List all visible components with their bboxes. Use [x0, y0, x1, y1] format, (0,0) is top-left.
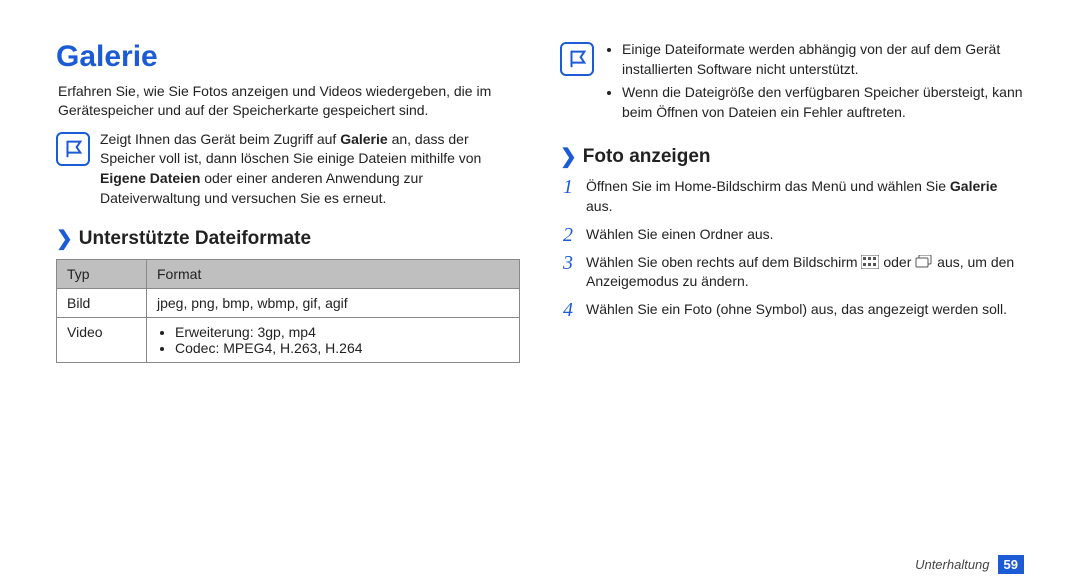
- grid-view-icon: [861, 255, 879, 269]
- note-icon: [560, 42, 594, 76]
- step-4: 4 Wählen Sie ein Foto (ohne Symbol) aus,…: [560, 300, 1024, 320]
- table-row: Bild jpeg, png, bmp, wbmp, gif, agif: [57, 289, 520, 318]
- note-2-text: Einige Dateiformate werden abhängig von …: [604, 40, 1024, 126]
- step-number: 2: [560, 225, 576, 245]
- note-block-1: Zeigt Ihnen das Gerät beim Zugriff auf G…: [56, 130, 520, 208]
- step-3: 3 Wählen Sie oben rechts auf dem Bildsch…: [560, 253, 1024, 292]
- step-1: 1 Öffnen Sie im Home-Bildschirm das Menü…: [560, 177, 1024, 216]
- note-icon: [56, 132, 90, 166]
- th-type: Typ: [57, 260, 147, 289]
- note-1-text: Zeigt Ihnen das Gerät beim Zugriff auf G…: [100, 130, 520, 208]
- section-heading-formats: ❯ Unterstützte Dateiformate: [56, 226, 520, 251]
- chevron-icon: ❯: [56, 226, 73, 251]
- step-number: 1: [560, 177, 576, 197]
- intro-text: Erfahren Sie, wie Sie Fotos anzeigen und…: [58, 82, 520, 120]
- step-2: 2 Wählen Sie einen Ordner aus.: [560, 225, 1024, 245]
- step-number: 3: [560, 253, 576, 273]
- note-block-2: Einige Dateiformate werden abhängig von …: [560, 40, 1024, 126]
- table-row: Video Erweiterung: 3gp, mp4 Codec: MPEG4…: [57, 318, 520, 363]
- page-footer: Unterhaltung 59: [915, 555, 1024, 574]
- page-title: Galerie: [56, 40, 520, 74]
- footer-section-label: Unterhaltung: [915, 557, 989, 572]
- page-number: 59: [998, 555, 1024, 574]
- th-format: Format: [147, 260, 520, 289]
- formats-table: Typ Format Bild jpeg, png, bmp, wbmp, gi…: [56, 259, 520, 363]
- step-number: 4: [560, 300, 576, 320]
- section-heading-view: ❯ Foto anzeigen: [560, 144, 1024, 169]
- chevron-icon: ❯: [560, 144, 577, 169]
- stack-view-icon: [915, 255, 933, 269]
